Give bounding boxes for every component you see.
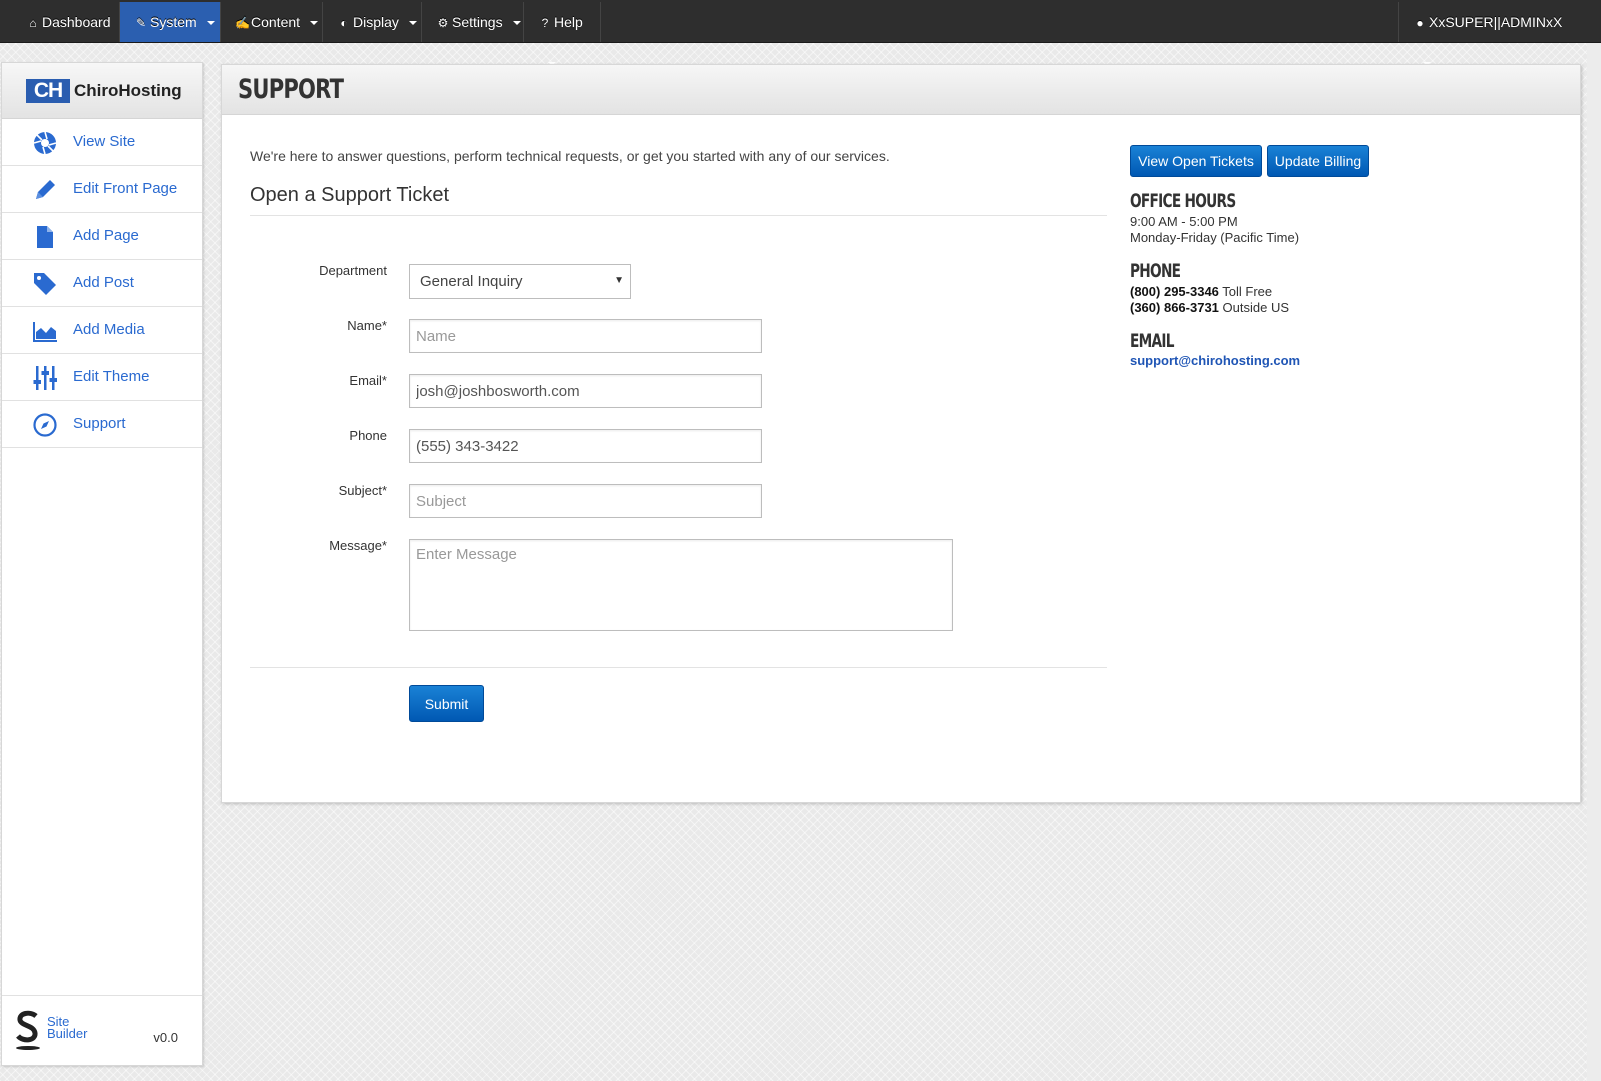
brand-header: CH ChiroHosting bbox=[2, 63, 202, 119]
home-icon: ⌂ bbox=[29, 16, 37, 30]
name-input[interactable] bbox=[409, 319, 762, 353]
divider bbox=[250, 667, 1107, 668]
phone-tollfree-number: (800) 295-3346 bbox=[1130, 284, 1219, 299]
gear-icon: ⚙ bbox=[437, 16, 449, 30]
nav-system-label: System bbox=[150, 14, 197, 30]
caret-down-icon bbox=[206, 21, 215, 26]
user-menu[interactable]: ● XxSUPER||ADMINxX bbox=[1398, 2, 1579, 67]
brand-name: ChiroHosting bbox=[74, 81, 182, 100]
sidebar-item-add-post[interactable]: Add Post bbox=[2, 260, 202, 307]
phone-tollfree-label: Toll Free bbox=[1222, 284, 1273, 299]
pencil-icon bbox=[36, 180, 55, 199]
office-hours-heading: OFFICE HOURS bbox=[1130, 190, 1236, 212]
sidebar-item-add-media[interactable]: Add Media bbox=[2, 307, 202, 354]
main-panel: SUPPORT We're here to answer questions, … bbox=[221, 64, 1581, 803]
phone-outside-number: (360) 866-3731 bbox=[1130, 300, 1219, 315]
caret-down-icon bbox=[310, 21, 319, 26]
email-input[interactable] bbox=[409, 374, 762, 408]
department-selected-value: General Inquiry bbox=[420, 273, 523, 290]
user-icon: ● bbox=[1416, 16, 1424, 30]
sidebar: CH ChiroHosting View Site Edit Front Pag… bbox=[1, 62, 203, 1066]
chart-area-icon bbox=[33, 322, 57, 342]
nav-content[interactable]: ✍Content bbox=[221, 2, 323, 42]
version-label: v0.0 bbox=[153, 1030, 178, 1045]
department-label: Department bbox=[319, 263, 387, 278]
email-label: Email* bbox=[349, 373, 387, 388]
wrench-icon: ✎ bbox=[135, 16, 147, 30]
subject-input[interactable] bbox=[409, 484, 762, 518]
nav-system[interactable]: ✎ System bbox=[120, 2, 221, 42]
compass-icon bbox=[33, 413, 57, 437]
nav-settings-label: Settings bbox=[452, 14, 503, 30]
phone-outside: (360) 866-3731 Outside US bbox=[1130, 300, 1289, 315]
user-menu-label: XxSUPER||ADMINxX bbox=[1429, 14, 1563, 30]
window-edge bbox=[1587, 43, 1601, 1081]
sidebar-footer: Site Builder v0.0 bbox=[2, 995, 202, 1065]
top-navbar: ⌂ Dashboard ✎ System ✍Content ◐ Display ⚙ Se… bbox=[0, 0, 1601, 67]
phone-input[interactable] bbox=[409, 429, 762, 463]
view-open-tickets-button[interactable]: View Open Tickets bbox=[1130, 145, 1262, 177]
contrast-icon: ◐ bbox=[340, 16, 348, 30]
sidebar-item-label: Edit Theme bbox=[73, 368, 150, 385]
nav-help-label: Help bbox=[554, 14, 583, 30]
phone-outside-label: Outside US bbox=[1222, 300, 1290, 315]
sidebar-item-label: View Site bbox=[73, 133, 136, 150]
dropdown-arrow-icon: ▼ bbox=[614, 275, 624, 286]
phone-label: Phone bbox=[349, 428, 387, 443]
sidebar-item-edit-front-page[interactable]: Edit Front Page bbox=[2, 166, 202, 213]
sidebar-item-label: Add Post bbox=[73, 274, 134, 291]
brand-logo: CH bbox=[26, 79, 70, 103]
submit-button[interactable]: Submit bbox=[409, 685, 484, 722]
sitebuilder-logo bbox=[16, 1010, 40, 1050]
office-hours-days: Monday-Friday (Pacific Time) bbox=[1130, 230, 1300, 245]
sidebar-item-label: Add Media bbox=[73, 321, 145, 338]
question-icon: ? bbox=[541, 16, 549, 30]
sidebar-item-view-site[interactable]: View Site bbox=[2, 119, 202, 166]
aperture-icon bbox=[33, 131, 57, 155]
phone-heading: PHONE bbox=[1130, 260, 1181, 282]
message-textarea[interactable] bbox=[409, 539, 953, 631]
caret-down-icon bbox=[408, 21, 417, 26]
section-title: Open a Support Ticket bbox=[250, 184, 450, 206]
nav-content-label: Content bbox=[251, 14, 301, 30]
sitebuilder-logo-text: Site Builder bbox=[47, 1015, 88, 1041]
update-billing-button[interactable]: Update Billing bbox=[1267, 145, 1369, 177]
intro-text: We're here to answer questions, perform … bbox=[250, 148, 890, 164]
tag-icon bbox=[34, 273, 56, 295]
nav-display-label: Display bbox=[353, 14, 399, 30]
nav-help[interactable]: ? Help bbox=[524, 2, 601, 67]
caret-down-icon bbox=[512, 21, 521, 26]
email-heading: EMAIL bbox=[1130, 330, 1174, 352]
sidebar-item-label: Edit Front Page bbox=[73, 180, 178, 197]
sidebar-item-label: Support bbox=[73, 415, 126, 432]
divider bbox=[250, 215, 1107, 216]
sidebar-item-label: Add Page bbox=[73, 227, 139, 244]
name-label: Name* bbox=[347, 318, 387, 333]
message-label: Message* bbox=[329, 538, 387, 553]
sitebuilder-line2: Builder bbox=[47, 1026, 88, 1041]
nav-settings[interactable]: ⚙ Settings bbox=[422, 2, 524, 42]
nav-dashboard-label: Dashboard bbox=[42, 14, 111, 30]
sliders-icon bbox=[33, 366, 57, 390]
nav-display[interactable]: ◐ Display bbox=[323, 2, 422, 42]
page-title: SUPPORT bbox=[238, 74, 344, 105]
subject-label: Subject* bbox=[338, 483, 387, 498]
main-header: SUPPORT bbox=[222, 65, 1580, 115]
nav-dashboard[interactable]: ⌂ Dashboard bbox=[12, 2, 120, 42]
department-select[interactable]: General Inquiry ▼ bbox=[409, 264, 631, 299]
sidebar-item-support[interactable]: Support bbox=[2, 401, 202, 448]
sidebar-item-edit-theme[interactable]: Edit Theme bbox=[2, 354, 202, 401]
support-email-link[interactable]: support@chirohosting.com bbox=[1130, 353, 1300, 368]
office-hours-time: 9:00 AM - 5:00 PM bbox=[1130, 214, 1238, 229]
phone-tollfree: (800) 295-3346 Toll Free bbox=[1130, 284, 1272, 299]
edit-icon: ✍ bbox=[235, 16, 250, 30]
sidebar-item-add-page[interactable]: Add Page bbox=[2, 213, 202, 260]
page-icon bbox=[37, 226, 53, 248]
